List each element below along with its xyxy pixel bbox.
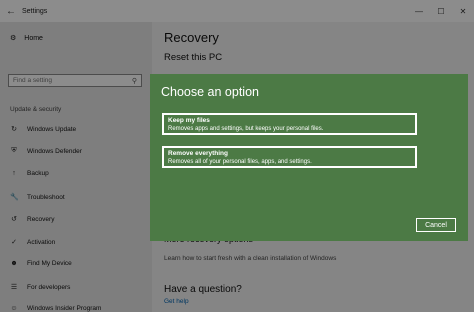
cancel-button[interactable]: Cancel — [416, 218, 456, 232]
option-description: Removes apps and settings, but keeps you… — [168, 126, 324, 132]
keep-my-files-option[interactable]: Keep my files Removes apps and settings,… — [162, 113, 417, 135]
option-title: Remove everything — [168, 150, 228, 157]
option-title: Keep my files — [168, 117, 210, 124]
option-description: Removes all of your personal files, apps… — [168, 159, 312, 165]
choose-option-dialog: Choose an option Keep my files Removes a… — [150, 74, 468, 241]
remove-everything-option[interactable]: Remove everything Removes all of your pe… — [162, 146, 417, 168]
dialog-title: Choose an option — [161, 85, 259, 99]
